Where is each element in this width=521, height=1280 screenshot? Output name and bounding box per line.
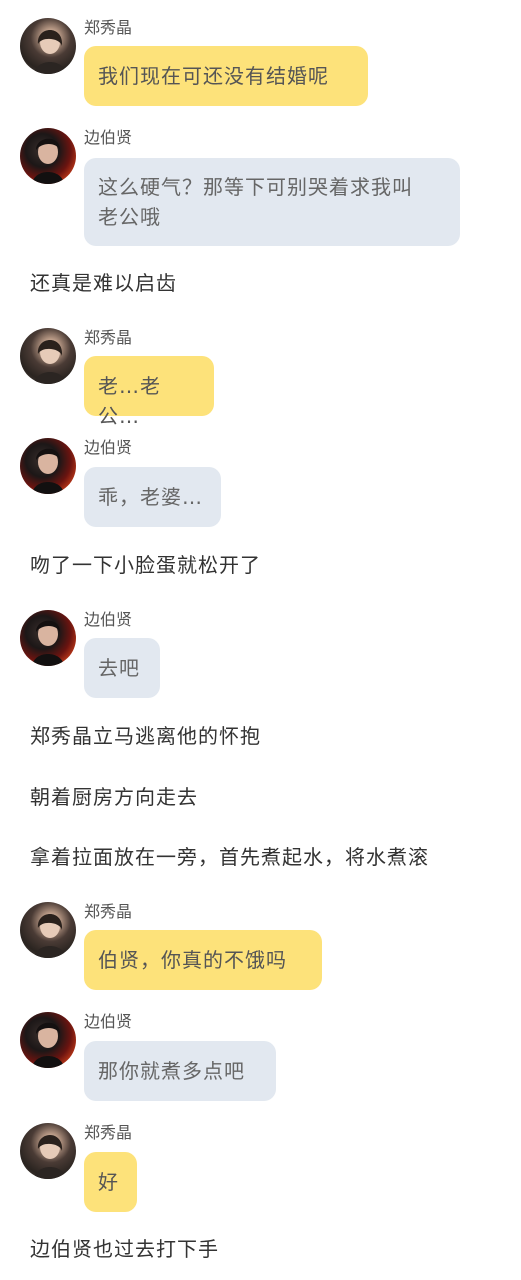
message-bubble: 好 [84,1152,137,1212]
message-bubble: 我们现在可还没有结婚呢 [84,46,368,106]
man-portrait-avatar[interactable] [20,438,76,494]
message-text: 那你就煮多点吧 [98,1059,245,1083]
sender-name: 边伯贤 [84,438,133,457]
man-portrait-avatar[interactable] [20,128,76,184]
message-bubble: 伯贤，你真的不饿吗 [84,930,322,990]
message-text: 我们现在可还没有结婚呢 [98,64,329,88]
woman-portrait-avatar[interactable] [20,1123,76,1179]
sender-name: 郑秀晶 [84,1123,133,1142]
narration-text: 还真是难以启齿 [30,271,177,295]
message-text-line: 这么硬气？那等下可别哭着求我叫 [98,175,413,199]
narration-text: 朝着厨房方向走去 [30,785,198,809]
message-text-line: 老公哦 [98,205,161,229]
narration-text: 吻了一下小脸蛋就松开了 [30,553,261,577]
message-text: 去吧 [98,656,140,680]
woman-portrait-avatar[interactable] [20,902,76,958]
narration-text: 拿着拉面放在一旁，首先煮起水，将水煮滚 [30,845,429,869]
sender-name: 边伯贤 [84,610,133,629]
man-portrait-avatar[interactable] [20,1012,76,1068]
message-bubble: 那你就煮多点吧 [84,1041,276,1101]
narration-text: 边伯贤也过去打下手 [30,1237,219,1261]
man-portrait-avatar[interactable] [20,610,76,666]
sender-name: 郑秀晶 [84,328,133,347]
message-text: 好 [98,1170,119,1194]
sender-name: 边伯贤 [84,1012,133,1031]
message-bubble: 乖，老婆… [84,467,221,527]
message-text: 老…老公… [98,374,161,428]
message-bubble: 去吧 [84,638,160,698]
sender-name: 郑秀晶 [84,902,133,921]
sender-name: 郑秀晶 [84,18,133,37]
sender-name: 边伯贤 [84,128,133,147]
message-bubble: 这么硬气？那等下可别哭着求我叫 老公哦 [84,158,460,246]
message-text: 乖，老婆… [98,485,203,509]
narration-text: 郑秀晶立马逃离他的怀抱 [30,724,261,748]
woman-portrait-avatar[interactable] [20,328,76,384]
message-bubble: 老…老公… [84,356,214,428]
woman-portrait-avatar[interactable] [20,18,76,74]
message-text: 伯贤，你真的不饿吗 [98,948,287,972]
